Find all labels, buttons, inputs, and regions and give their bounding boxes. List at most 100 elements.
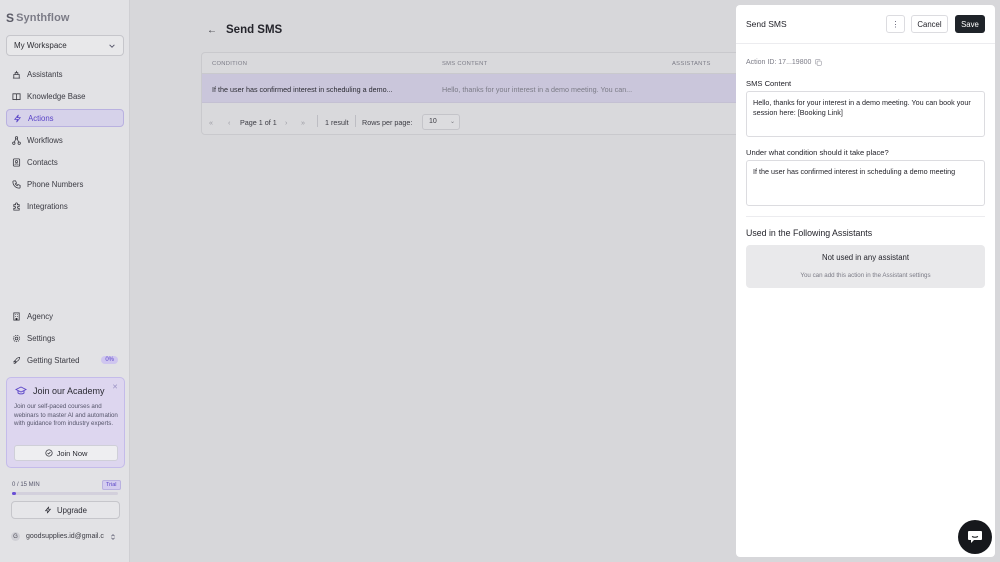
academy-description: Join our self-paced courses and webinars… (14, 403, 118, 428)
copy-icon[interactable] (815, 59, 823, 66)
sidebar-item-settings[interactable]: Settings (6, 329, 124, 347)
save-button[interactable]: Save (955, 15, 985, 33)
assistant-icon (11, 69, 21, 79)
workspace-select[interactable]: My Workspace (6, 35, 124, 56)
progress-badge: 0% (101, 356, 118, 364)
user-menu[interactable]: G goodsupplies.id@gmail.c (11, 532, 116, 541)
check-circle-icon (45, 449, 53, 457)
actions-table: CONDITION SMS CONTENT ASSISTANTS If the … (201, 52, 746, 135)
user-email: goodsupplies.id@gmail.c (26, 533, 104, 540)
sidebar-item-phone-numbers[interactable]: Phone Numbers (6, 175, 124, 193)
column-header: ASSISTANTS (672, 61, 711, 67)
more-options-icon: ⋮ (891, 19, 900, 29)
next-page-icon[interactable]: › (285, 118, 287, 127)
action-id-text: Action ID: 17...19800 (746, 59, 812, 66)
academy-card: Join our Academy ✕ Join our self-paced c… (6, 377, 125, 468)
sidebar-item-contacts[interactable]: Contacts (6, 153, 124, 171)
table-header: CONDITION SMS CONTENT ASSISTANTS (202, 53, 745, 74)
puzzle-icon (11, 201, 21, 211)
chevron-down-icon (109, 43, 115, 48)
condition-textarea[interactable]: If the user has confirmed interest in sc… (746, 160, 985, 206)
sidebar-item-label: Knowledge Base (27, 91, 86, 101)
first-page-icon[interactable]: « (209, 118, 213, 127)
lightning-icon (44, 506, 52, 514)
chat-bubble-icon (968, 531, 982, 543)
sidebar-item-label: Agency (27, 311, 54, 321)
main-content: ← Send SMS CONDITION SMS CONTENT ASSISTA… (131, 0, 746, 562)
divider (317, 115, 318, 127)
sms-cell: Hello, thanks for your interest in a dem… (442, 85, 633, 94)
sidebar-item-label: Workflows (27, 135, 63, 145)
panel-title: Send SMS (746, 19, 787, 29)
divider (355, 115, 356, 127)
graduation-cap-icon (15, 386, 27, 395)
workspace-label: My Workspace (14, 41, 67, 50)
table-row[interactable]: If the user has confirmed interest in sc… (202, 74, 745, 103)
close-icon[interactable]: ✕ (112, 383, 118, 391)
column-header: SMS CONTENT (442, 61, 488, 67)
join-now-label: Join Now (56, 448, 88, 458)
rows-per-page-value: 10 (429, 118, 437, 125)
assistants-section-title: Used in the Following Assistants (746, 228, 873, 238)
divider (746, 216, 985, 217)
rows-per-page-label: Rows per page: (362, 118, 413, 127)
workflow-icon (11, 135, 21, 145)
action-id: Action ID: 17...19800 (746, 59, 823, 66)
brand-logo[interactable]: S Synthflow (6, 11, 70, 25)
more-options-button[interactable]: ⋮ (886, 15, 905, 33)
upgrade-button[interactable]: Upgrade (11, 501, 120, 519)
empty-title: Not used in any assistant (821, 253, 910, 262)
sidebar-item-label: Getting Started (27, 355, 80, 365)
academy-title: Join our Academy (33, 386, 105, 396)
pagination: « ‹ Page 1 of 1 › » 1 result Rows per pa… (202, 103, 745, 134)
column-header: CONDITION (212, 61, 248, 67)
sidebar-item-label: Settings (27, 333, 56, 343)
academy-header: Join our Academy (15, 386, 105, 396)
book-icon (11, 91, 21, 101)
sidebar-item-workflows[interactable]: Workflows (6, 131, 124, 149)
upgrade-label: Upgrade (57, 505, 87, 515)
sidebar-item-label: Assistants (27, 69, 63, 79)
cancel-button[interactable]: Cancel (911, 15, 948, 33)
sidebar-item-label: Integrations (27, 201, 68, 211)
sidebar-item-label: Phone Numbers (27, 179, 84, 189)
chevron-up-down-icon (111, 533, 115, 540)
avatar: G (11, 532, 20, 541)
sidebar-item-label: Actions (28, 113, 54, 123)
contact-icon (11, 157, 21, 167)
condition-label: Under what condition should it take plac… (746, 148, 889, 157)
sidebar-item-integrations[interactable]: Integrations (6, 197, 124, 215)
rocket-icon (11, 355, 21, 365)
divider (736, 43, 995, 44)
usage-progress-fill (12, 492, 17, 495)
page-indicator: Page 1 of 1 (240, 118, 277, 127)
empty-assistants-state: Not used in any assistant You can add th… (746, 245, 985, 288)
phone-icon (11, 179, 21, 189)
prev-page-icon[interactable]: ‹ (228, 118, 230, 127)
rows-per-page-select[interactable]: 10 ⌄ (422, 114, 460, 130)
sidebar-item-label: Contacts (27, 157, 58, 167)
synthflow-logo-icon: S (6, 11, 15, 25)
last-page-icon[interactable]: » (301, 118, 305, 127)
usage-label: 0 / 15 MIN (12, 482, 40, 488)
sidebar-item-getting-started[interactable]: Getting Started 0% (6, 351, 124, 369)
sidebar: S Synthflow My Workspace Assistants Know… (0, 0, 130, 562)
sidebar-item-agency[interactable]: Agency (6, 307, 124, 325)
back-arrow-icon[interactable]: ← (207, 25, 217, 36)
building-icon (11, 311, 21, 321)
page-title: Send SMS (226, 24, 283, 36)
sidebar-item-assistants[interactable]: Assistants (6, 65, 124, 83)
sms-content-label: SMS Content (746, 79, 792, 88)
sidebar-item-knowledge-base[interactable]: Knowledge Base (6, 87, 124, 105)
empty-hint: You can add this action in the Assistant… (800, 272, 931, 279)
plan-badge: Trial (102, 480, 121, 490)
results-count: 1 result (325, 118, 349, 127)
brand-name: Synthflow (16, 12, 70, 24)
chevron-up-down-icon: ⌄ (449, 119, 455, 125)
join-now-button[interactable]: Join Now (14, 445, 118, 461)
chat-launcher-button[interactable] (958, 520, 992, 554)
sms-content-textarea[interactable]: Hello, thanks for your interest in a dem… (746, 91, 985, 137)
sidebar-item-actions[interactable]: Actions (6, 109, 124, 127)
condition-cell: If the user has confirmed interest in sc… (212, 85, 393, 94)
lightning-icon (12, 113, 22, 123)
